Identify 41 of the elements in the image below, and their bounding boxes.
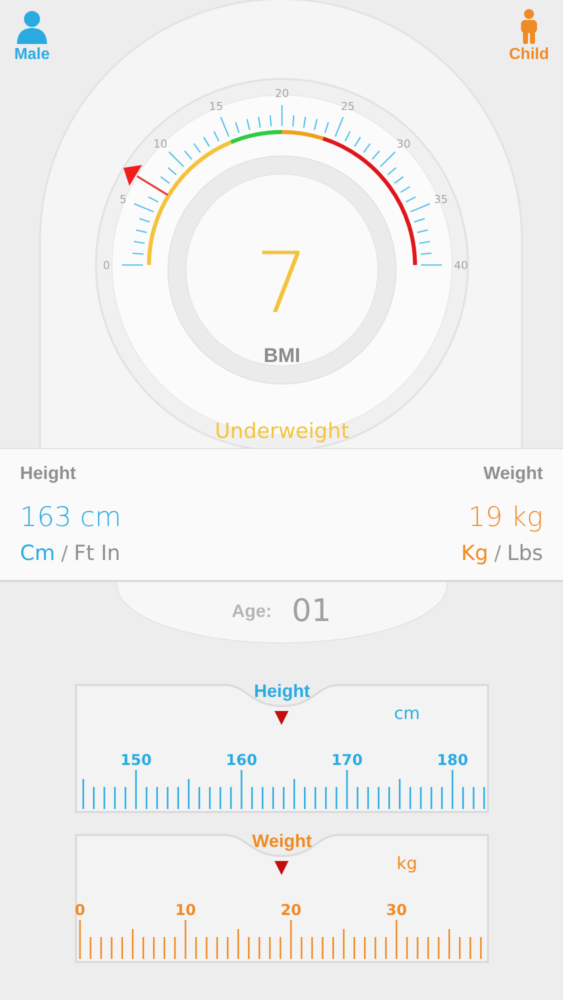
ruler-label: 180 xyxy=(436,751,468,769)
scale-label: 30 xyxy=(396,137,411,150)
unit-option[interactable]: Cm xyxy=(20,541,56,565)
ruler-unit: cm xyxy=(394,704,420,724)
ruler-unit: kg xyxy=(396,854,417,874)
ruler-label: 170 xyxy=(330,751,362,769)
scale-label: 5 xyxy=(120,193,127,206)
unit-option[interactable]: Ft In xyxy=(74,541,120,565)
ruler-pointer[interactable] xyxy=(274,711,288,725)
ruler-label: 0 xyxy=(74,901,85,919)
child-button[interactable]: Child xyxy=(509,8,549,64)
scale-label: 10 xyxy=(153,137,168,150)
scale-label: 40 xyxy=(454,259,468,272)
scale-label: 20 xyxy=(275,87,289,100)
age-value[interactable]: 01 xyxy=(292,593,332,629)
unit-option[interactable]: Lbs xyxy=(507,541,543,565)
unit-separator: / xyxy=(61,541,68,565)
ruler-label: 150 xyxy=(120,751,152,769)
person-icon xyxy=(14,8,50,44)
bmi-value: 7 xyxy=(255,234,309,332)
status-label: Underweight xyxy=(214,419,350,443)
ruler-title: Weight xyxy=(252,831,312,851)
scale-label: 0 xyxy=(103,259,110,272)
measure-value: 163 cm xyxy=(20,502,122,533)
male-button[interactable]: Male xyxy=(14,8,50,64)
ruler-label: 30 xyxy=(386,901,406,919)
measure-value: 19 kg xyxy=(468,502,543,533)
scale-label: 35 xyxy=(434,193,448,206)
measure-label: Height xyxy=(20,463,76,484)
ruler-title: Height xyxy=(254,681,310,701)
bmi-label: BMI xyxy=(264,345,300,367)
age-label: Age: xyxy=(232,600,272,622)
unit-option[interactable]: Kg xyxy=(461,541,488,565)
ruler-label: 10 xyxy=(174,901,196,919)
measure-label: Weight xyxy=(483,463,543,484)
unit-separator: / xyxy=(494,541,502,565)
ruler-pointer[interactable] xyxy=(274,861,288,875)
scale-label: 15 xyxy=(209,100,224,114)
ruler-label: 20 xyxy=(280,901,301,919)
ruler-label: 160 xyxy=(225,751,257,769)
scale-label: 25 xyxy=(340,100,355,114)
